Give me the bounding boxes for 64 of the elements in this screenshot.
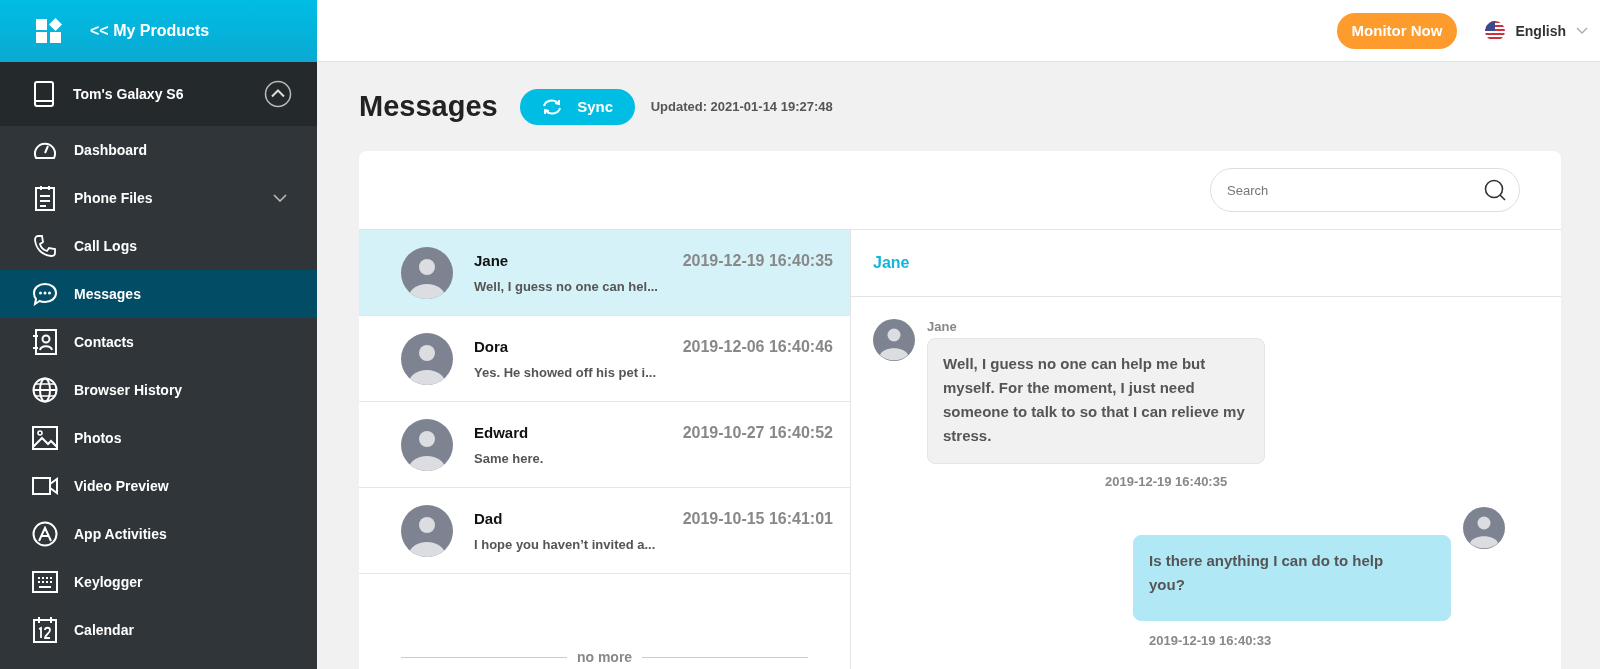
message-time: 2019-10-27 16:40:52 [682,423,833,442]
conversation-item[interactable]: Jane 2019-12-19 16:40:35 Well, I guess no one can hel... [359,230,850,316]
sidebar-item[interactable]: Keylogger [0,558,317,606]
keyboard-icon [32,571,58,593]
list-end-label: no more [576,649,633,665]
updated-time: Updated: 2021-01-14 19:27:48 [650,99,833,114]
chat-bubble-icon [32,282,58,306]
message-time: 2019-12-19 16:40:35 [1105,474,1229,489]
message-time: 2019-12-06 16:40:46 [682,337,833,356]
device-name: Tom's Galaxy S6 [73,86,185,102]
contact-name: Edward [474,423,529,442]
flag-icon [1485,20,1506,41]
sidebar-item[interactable]: Contacts [0,318,317,366]
contact-name: Dora [474,337,509,356]
search-icon [1484,179,1506,201]
phone-icon [34,81,54,107]
chevron-down-icon[interactable] [273,194,287,202]
chevron-down-icon [1576,27,1588,34]
sidebar-item[interactable]: Calendar [0,606,317,654]
sidebar-item[interactable]: Video Preview [0,462,317,510]
sidebar-item[interactable]: Dashboard [0,126,317,174]
sender-name: Jane [927,319,958,334]
page-title: Messages [359,90,498,123]
message-bubble: Well, I guess no one can help me but myself. For the moment, I just need someone to talk to so that I can relieve my stress. [927,338,1265,464]
phone-call-icon [33,234,57,258]
message-time: 2019-12-19 16:40:35 [682,251,833,270]
clipboard-icon [35,185,55,211]
sidebar-item[interactable]: App Activities [0,510,317,558]
conversation-item[interactable]: Edward 2019-10-27 16:40:52 Same here. [359,402,850,488]
language-selector[interactable]: English [1485,20,1588,41]
chat-contact-name: Jane [873,254,910,272]
message-preview: Same here. [474,450,545,466]
avatar-icon [873,319,915,361]
sidebar-item[interactable]: Phone Files [0,174,317,222]
message-preview: Yes. He showed off his pet i... [474,364,658,380]
refresh-icon [541,97,564,116]
contact-name: Dad [474,509,503,528]
sidebar-item[interactable]: Browser History [0,366,317,414]
avatar-icon [401,418,453,471]
avatar-icon [401,332,453,385]
sidebar-item[interactable]: Call Logs [0,222,317,270]
search-field[interactable]: Search [1210,168,1520,212]
conversation-item[interactable]: Dora 2019-12-06 16:40:46 Yes. He showed off his pet i... [359,316,850,402]
device-header[interactable]: Tom's Galaxy S6 [0,62,317,126]
globe-icon [32,377,58,403]
message-time: 2019-10-15 16:41:01 [682,509,833,528]
message-preview: Well, I guess no one can hel... [474,278,659,294]
avatar-icon [401,504,453,557]
avatar-icon [401,246,453,299]
app-store-icon [32,521,58,547]
sidebar-item[interactable]: Messages [0,270,317,318]
conversation-item[interactable]: Dad 2019-10-15 16:41:01 I hope you haven’t invited a... [359,488,850,574]
avatar-icon [1463,507,1505,549]
video-camera-icon [32,477,58,495]
sidebar-item[interactable]: Photos [0,414,317,462]
contact-book-icon [33,329,57,355]
contact-name: Jane [474,251,509,270]
apps-icon [36,18,62,44]
calendar-icon [33,617,57,643]
collapse-icon[interactable] [264,80,292,108]
message-preview: I hope you haven’t invited a... [474,536,657,552]
image-icon [32,426,58,450]
message-time: 2019-12-19 16:40:33 [1149,633,1273,648]
message-bubble: Is there anything I can do to help you? [1133,535,1451,621]
